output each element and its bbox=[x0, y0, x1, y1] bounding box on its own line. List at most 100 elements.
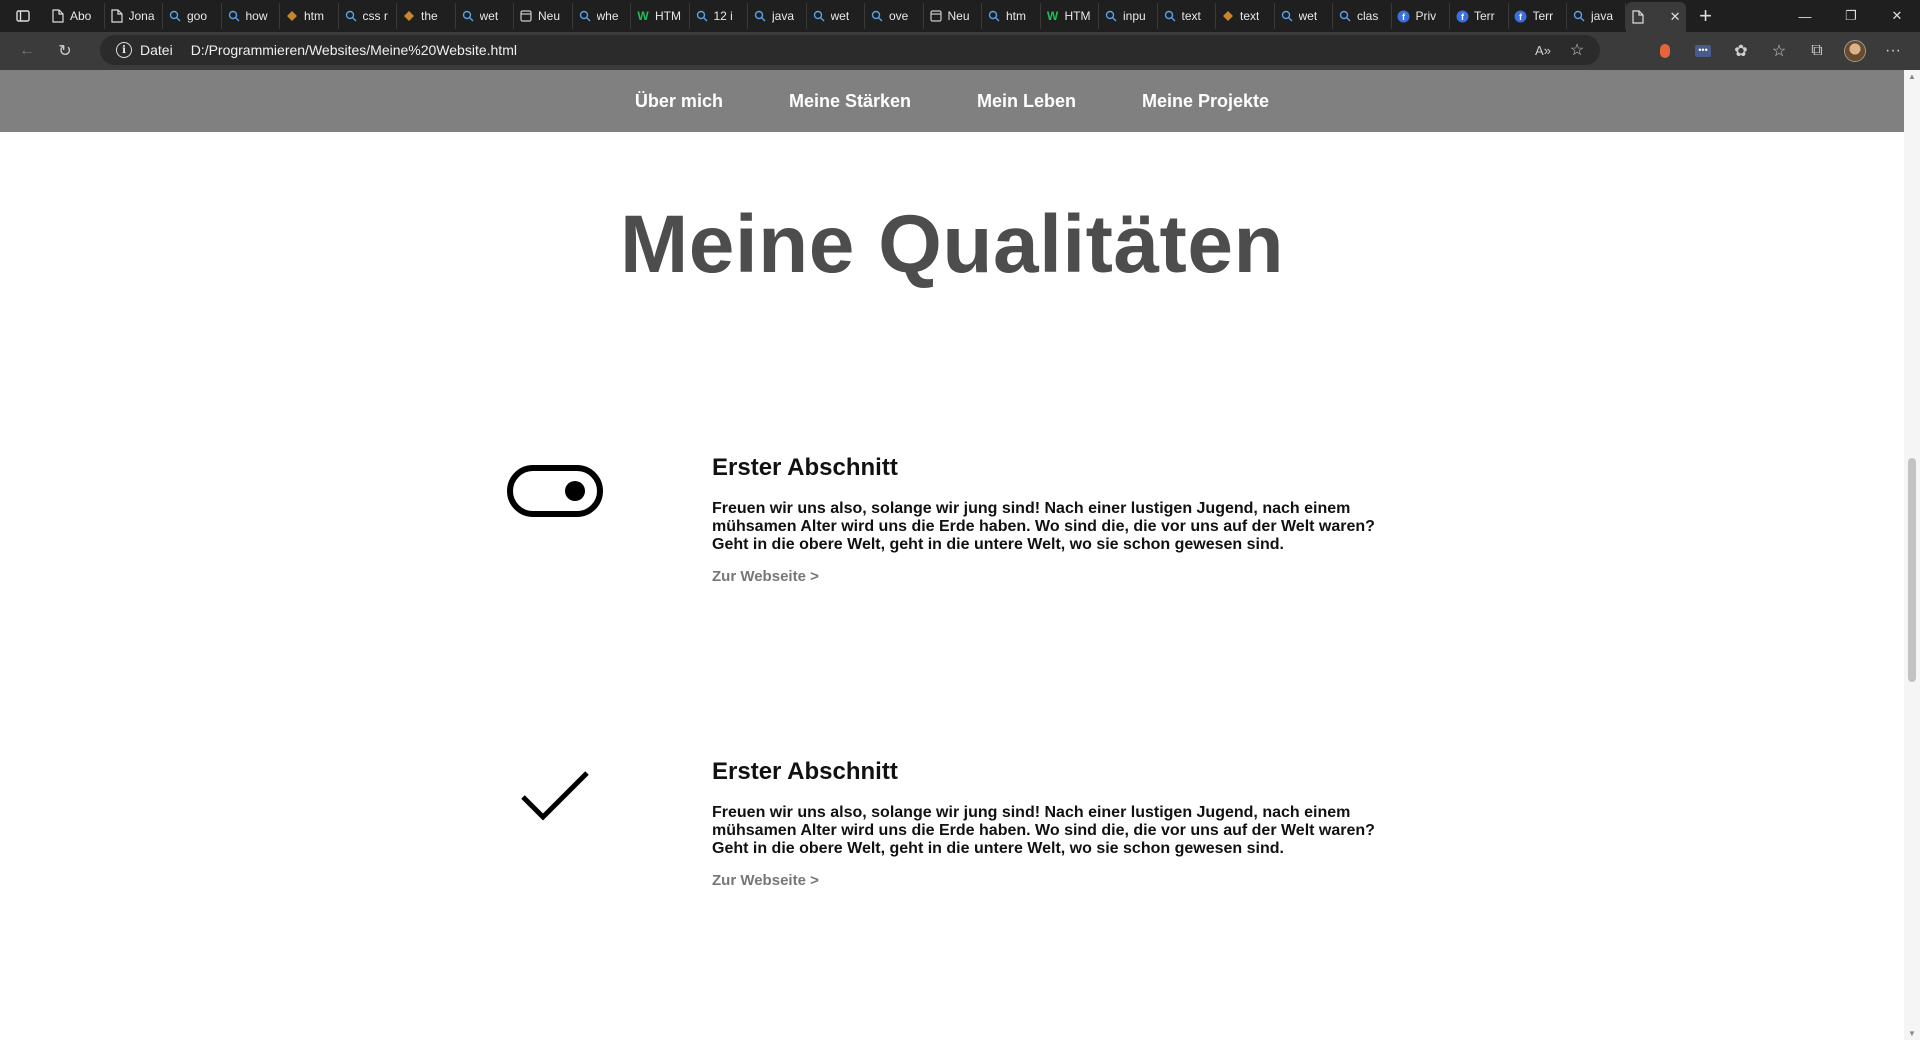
nav-link-mein-leben[interactable]: Mein Leben bbox=[977, 91, 1076, 112]
browser-tab[interactable]: text bbox=[1216, 3, 1275, 29]
nav-link-ueber-mich[interactable]: Über mich bbox=[635, 91, 723, 112]
tab-label: HTM bbox=[1064, 9, 1091, 23]
read-aloud-button[interactable]: A» bbox=[1528, 34, 1558, 66]
restore-button[interactable]: ❐ bbox=[1828, 0, 1874, 32]
browser-tab[interactable]: clas bbox=[1333, 3, 1392, 29]
tab-label: how bbox=[245, 9, 268, 23]
favorites-icon: ☆ bbox=[1771, 43, 1787, 60]
tab-label: ove bbox=[889, 9, 909, 23]
website-link[interactable]: Zur Webseite > bbox=[712, 872, 819, 889]
search-icon bbox=[1280, 9, 1294, 23]
menu-button[interactable]: ··· bbox=[1874, 35, 1912, 67]
browser-tab[interactable]: how bbox=[222, 3, 280, 29]
page-icon bbox=[51, 9, 65, 23]
address-bar[interactable]: i Datei D:/Programmieren/Websites/Meine%… bbox=[100, 35, 1600, 65]
browser-tab[interactable]: f Priv bbox=[1392, 3, 1450, 29]
tab-label: java bbox=[772, 9, 795, 23]
tab-active[interactable]: ✕ bbox=[1625, 2, 1686, 32]
new-tab-button[interactable]: + bbox=[1686, 0, 1726, 32]
browser-tab[interactable]: W HTM bbox=[1041, 3, 1099, 29]
browser-toolbar: ← ↻ i Datei D:/Programmieren/Websites/Me… bbox=[0, 32, 1920, 70]
tab-actions-icon bbox=[16, 10, 30, 22]
search-icon bbox=[344, 9, 358, 23]
browser-tab[interactable]: css r bbox=[339, 3, 397, 29]
back-arrow-icon: ← bbox=[19, 42, 35, 59]
favorites-button[interactable]: ☆ bbox=[1760, 35, 1798, 67]
extension-button-2[interactable]: ••• bbox=[1684, 35, 1722, 67]
checkmark-icon bbox=[505, 760, 605, 830]
browser-tab[interactable]: wet bbox=[1275, 3, 1333, 29]
tab-label: htm bbox=[304, 9, 325, 23]
browser-tab[interactable]: htm bbox=[982, 3, 1041, 29]
tab-label: htm bbox=[1006, 9, 1027, 23]
nav-link-meine-staerken[interactable]: Meine Stärken bbox=[789, 91, 911, 112]
tab-label: HTM bbox=[655, 9, 681, 23]
tab-label: clas bbox=[1357, 9, 1379, 23]
scrollbar-thumb[interactable] bbox=[1908, 458, 1916, 682]
address-scheme-label: Datei bbox=[140, 42, 173, 58]
reload-icon: ↻ bbox=[58, 43, 72, 60]
browser-tab[interactable]: htm bbox=[280, 3, 339, 29]
browser-tab[interactable]: java bbox=[1567, 3, 1626, 29]
tab-label: 12 i bbox=[713, 9, 733, 23]
address-url[interactable]: D:/Programmieren/Websites/Meine%20Websit… bbox=[191, 42, 517, 58]
close-window-button[interactable]: ✕ bbox=[1874, 0, 1920, 32]
extensions-button[interactable]: ✿ bbox=[1722, 35, 1760, 67]
browser-tab[interactable]: inpu bbox=[1099, 3, 1158, 29]
collections-button[interactable]: ⧉ bbox=[1798, 35, 1836, 67]
browser-tab[interactable]: 12 i bbox=[690, 3, 748, 29]
minimize-button[interactable]: — bbox=[1782, 0, 1828, 32]
site-info-icon[interactable]: i bbox=[116, 42, 132, 58]
close-tab-icon[interactable]: ✕ bbox=[1670, 9, 1681, 25]
search-icon bbox=[695, 9, 709, 23]
close-icon: ✕ bbox=[1891, 8, 1903, 23]
reload-button[interactable]: ↻ bbox=[46, 35, 84, 67]
add-favorite-button[interactable]: ☆ bbox=[1562, 34, 1592, 66]
browser-tab[interactable]: W HTM bbox=[631, 3, 690, 29]
browser-tab[interactable]: goo bbox=[163, 3, 222, 29]
tab-actions-button[interactable] bbox=[0, 0, 46, 32]
browser-tab[interactable]: java bbox=[748, 3, 807, 29]
profile-button[interactable] bbox=[1836, 35, 1874, 67]
nav-link-meine-projekte[interactable]: Meine Projekte bbox=[1142, 91, 1269, 112]
search-icon bbox=[1163, 9, 1177, 23]
search-icon bbox=[812, 9, 826, 23]
page-icon bbox=[1631, 10, 1645, 24]
browser-tab[interactable]: the bbox=[397, 3, 456, 29]
page-icon bbox=[110, 9, 124, 23]
back-button[interactable]: ← bbox=[8, 35, 46, 67]
scroll-down-icon[interactable]: ▼ bbox=[1908, 1029, 1916, 1038]
browser-tab[interactable]: wet bbox=[456, 3, 514, 29]
browser-tab[interactable]: Neu bbox=[924, 3, 982, 29]
website-link[interactable]: Zur Webseite > bbox=[712, 568, 819, 585]
avatar bbox=[1844, 40, 1866, 62]
f-icon: f bbox=[1397, 9, 1411, 23]
page-scrollbar[interactable]: ▲ ▼ bbox=[1904, 70, 1920, 1040]
site-icon bbox=[402, 9, 416, 23]
browser-tab[interactable]: Jona bbox=[105, 3, 163, 29]
site-icon bbox=[1221, 9, 1235, 23]
search-icon bbox=[578, 9, 592, 23]
minimize-icon: — bbox=[1798, 8, 1812, 24]
browser-tab[interactable]: wet bbox=[807, 3, 865, 29]
puzzle-icon: ✿ bbox=[1734, 43, 1748, 60]
tab-label: Neu bbox=[947, 9, 970, 23]
tab-label: whe bbox=[596, 9, 619, 23]
search-icon bbox=[987, 9, 1001, 23]
browser-tab[interactable]: text bbox=[1158, 3, 1216, 29]
tab-label: Abo bbox=[70, 9, 92, 23]
browser-tab[interactable]: whe bbox=[573, 3, 631, 29]
tab-label: text bbox=[1181, 9, 1201, 23]
page-viewport: Über mich Meine Stärken Mein Leben Meine… bbox=[0, 70, 1920, 1040]
f-icon: f bbox=[1455, 9, 1469, 23]
browser-tab[interactable]: ove bbox=[865, 3, 924, 29]
restore-icon: ❐ bbox=[1845, 8, 1857, 23]
search-icon bbox=[227, 9, 241, 23]
browser-tab[interactable]: Neu bbox=[514, 3, 573, 29]
extension-button-1[interactable] bbox=[1646, 35, 1684, 67]
scroll-up-icon[interactable]: ▲ bbox=[1908, 72, 1916, 81]
browser-tab[interactable]: f Terr bbox=[1450, 3, 1509, 29]
browser-tab[interactable]: Abo bbox=[46, 3, 105, 29]
tab-label: inpu bbox=[1123, 9, 1146, 23]
browser-tab[interactable]: f Terr bbox=[1509, 3, 1567, 29]
